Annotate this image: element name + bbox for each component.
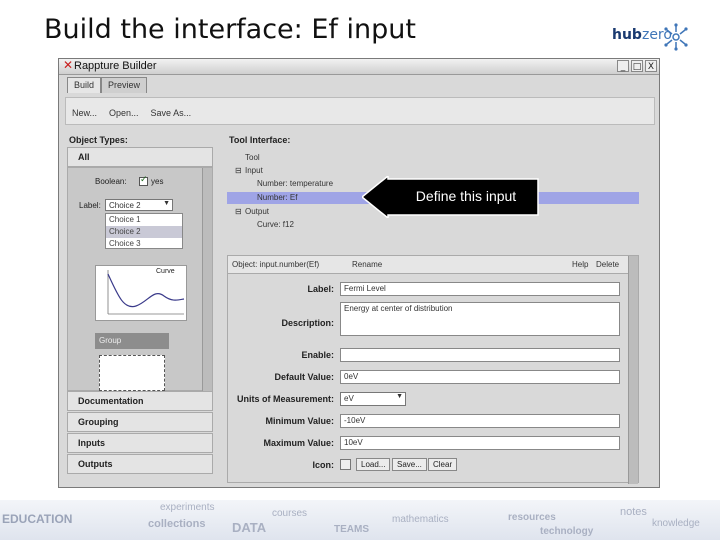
label-input[interactable]: Fermi Level xyxy=(340,282,620,296)
chevron-down-icon: ▼ xyxy=(396,393,403,400)
footer-word: TEAMS xyxy=(334,524,369,535)
footer-word: EDUCATION xyxy=(2,512,73,526)
icon-label: Icon: xyxy=(312,460,335,470)
maximize-button[interactable]: □ xyxy=(631,60,643,72)
icon-save-button[interactable]: Save... xyxy=(392,458,427,471)
object-header-title: Object: input.number(Ef) xyxy=(232,260,320,269)
window-titlebar[interactable]: ✕ Rappture Builder _ □ X xyxy=(59,58,659,75)
tree-item-input[interactable]: Input xyxy=(245,166,263,175)
curve-label: Curve xyxy=(156,268,175,275)
icon-clear-button[interactable]: Clear xyxy=(428,458,458,471)
maximum-value-input[interactable]: 10eV xyxy=(340,436,620,450)
description-field-label: Description: xyxy=(281,318,334,328)
tree-item-output[interactable]: Output xyxy=(245,207,269,216)
footer-word: mathematics xyxy=(392,514,449,525)
footer-word: technology xyxy=(540,526,594,537)
footer-word: DATA xyxy=(232,520,267,535)
footer-word: collections xyxy=(148,518,206,530)
minimum-value-input[interactable]: -10eV xyxy=(340,414,620,428)
maximum-value-label: Maximum Value: xyxy=(263,438,334,448)
units-value: eV xyxy=(344,394,354,403)
tree-expand-icon[interactable]: ⊟ xyxy=(235,207,242,216)
enable-field-label: Enable: xyxy=(301,350,334,360)
hubzero-logo: hubzero xyxy=(612,22,688,52)
minimum-value-label: Minimum Value: xyxy=(265,416,334,426)
footer-word: knowledge xyxy=(652,518,700,529)
enable-input[interactable] xyxy=(340,348,620,362)
choice-option-selected[interactable]: Choice 2 xyxy=(106,226,182,238)
category-inputs[interactable]: Inputs xyxy=(67,433,213,453)
minimize-button[interactable]: _ xyxy=(617,60,629,72)
tree-item-curve[interactable]: Curve: f12 xyxy=(257,220,294,229)
logo-text: hubzero xyxy=(612,27,672,43)
object-header: Object: input.number(Ef) Rename Help Del… xyxy=(228,256,638,274)
tool-interface-heading: Tool Interface: xyxy=(229,135,291,145)
close-button[interactable]: X xyxy=(645,60,657,72)
default-value-label: Default Value: xyxy=(274,372,334,382)
description-textarea[interactable]: Energy at center of distribution xyxy=(340,302,620,336)
footer-word: resources xyxy=(508,512,556,523)
units-combobox[interactable]: eV ▼ xyxy=(340,392,406,406)
choice-label: Label: xyxy=(79,201,101,210)
units-label: Units of Measurement: xyxy=(236,394,334,404)
window-controls: _ □ X xyxy=(617,60,657,72)
open-button[interactable]: Open... xyxy=(109,108,139,124)
curve-preview: Curve xyxy=(95,265,187,321)
choice-option[interactable]: Choice 1 xyxy=(106,214,182,226)
tree-item-tool[interactable]: Tool xyxy=(245,153,260,162)
default-value-input[interactable]: 0eV xyxy=(340,370,620,384)
logo-spark-icon xyxy=(664,23,688,51)
object-editor: Object: input.number(Ef) Rename Help Del… xyxy=(227,255,639,484)
slide-title: Build the interface: Ef input xyxy=(44,14,416,45)
window-title: Rappture Builder xyxy=(74,60,157,72)
boolean-checkbox[interactable] xyxy=(139,175,148,186)
object-types-heading: Object Types: xyxy=(69,135,128,145)
editor-scrollbar[interactable] xyxy=(628,256,638,484)
tree-item-temperature[interactable]: Number: temperature xyxy=(257,179,333,188)
tab-bar: Build Preview xyxy=(67,77,148,93)
choice-combobox-value: Choice 2 xyxy=(109,201,141,210)
callout-text: Define this input xyxy=(415,188,517,204)
save-as-button[interactable]: Save As... xyxy=(151,108,192,124)
tree-expand-icon[interactable]: ⊟ xyxy=(235,166,242,175)
tab-preview[interactable]: Preview xyxy=(101,77,148,93)
help-button[interactable]: Help xyxy=(572,260,588,269)
chevron-down-icon: ▼ xyxy=(163,200,170,207)
category-outputs[interactable]: Outputs xyxy=(67,454,213,474)
choice-listbox[interactable]: Choice 1 Choice 2 Choice 3 xyxy=(105,213,183,249)
group-widget[interactable]: Group xyxy=(95,333,169,349)
tab-build[interactable]: Build xyxy=(67,77,102,93)
group-dropzone xyxy=(99,355,165,391)
tree-item-ef[interactable]: Number: Ef xyxy=(257,193,297,202)
logo-hub: hub xyxy=(612,27,642,43)
footer-word: courses xyxy=(272,508,308,519)
rename-button[interactable]: Rename xyxy=(352,260,382,269)
icon-load-button[interactable]: Load... xyxy=(356,458,391,471)
category-all[interactable]: All xyxy=(67,147,213,167)
icon-preview xyxy=(340,459,351,470)
app-x-icon: ✕ xyxy=(63,58,74,72)
boolean-value: yes xyxy=(151,177,164,186)
footer-word-cloud: EDUCATION experiments collections course… xyxy=(0,500,720,540)
category-grouping[interactable]: Grouping xyxy=(67,412,213,432)
footer-word: experiments xyxy=(160,502,215,513)
delete-button[interactable]: Delete xyxy=(596,260,619,269)
palette-scrollbar[interactable] xyxy=(202,168,212,392)
choice-combobox[interactable]: Choice 2 ▼ xyxy=(105,199,173,211)
new-button[interactable]: New... xyxy=(72,108,97,124)
label-field-label: Label: xyxy=(307,284,334,294)
footer-word: notes xyxy=(620,506,647,518)
category-documentation[interactable]: Documentation xyxy=(67,391,213,411)
choice-option[interactable]: Choice 3 xyxy=(106,238,182,250)
boolean-label: Boolean: xyxy=(95,177,127,186)
toolbar: New... Open... Save As... xyxy=(65,97,655,125)
rappture-builder-window: ✕ Rappture Builder _ □ X Build Preview N… xyxy=(58,58,660,488)
define-input-callout: Define this input xyxy=(362,176,540,218)
